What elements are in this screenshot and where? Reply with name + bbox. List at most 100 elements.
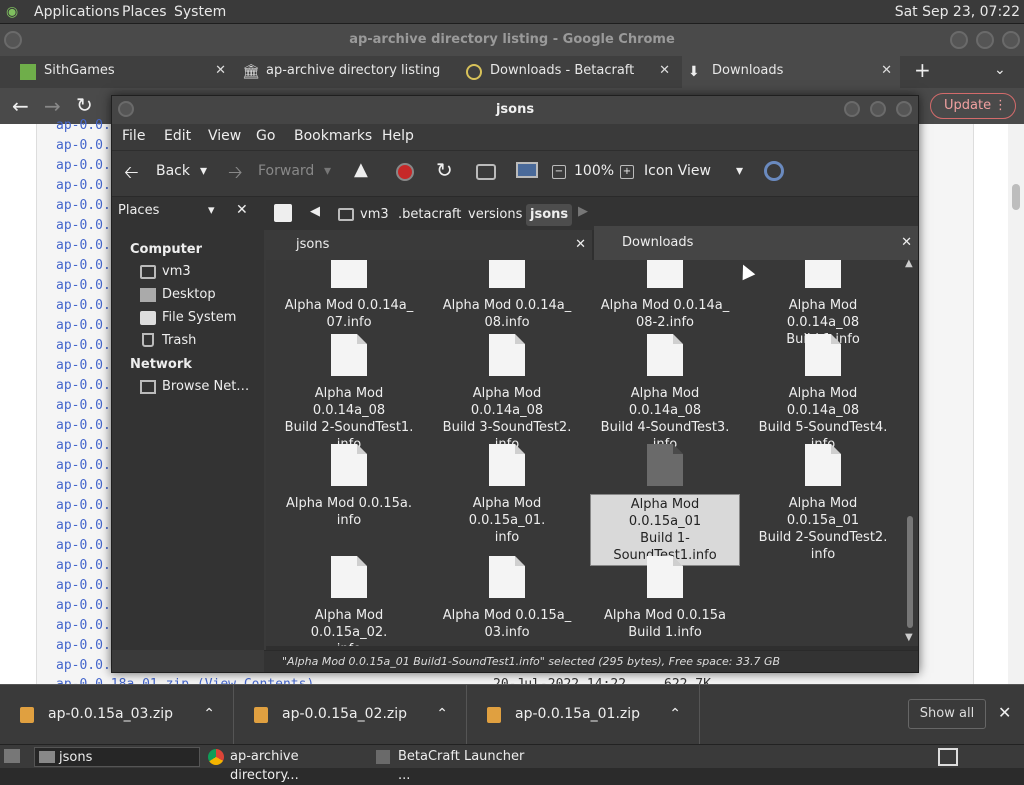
download-item[interactable]: ap-0.0.15a_02.zip ⌃ — [234, 685, 467, 745]
file-item[interactable]: Alpha Mod 0.0.14a_ 07.info — [274, 260, 424, 332]
listing-link[interactable]: ap-0.0. — [56, 458, 111, 473]
system-menu[interactable]: System — [174, 4, 226, 20]
breadcrumb-betacraft[interactable]: .betacraft — [394, 204, 465, 226]
maximize-icon[interactable] — [976, 31, 994, 49]
show-desktop-icon[interactable] — [4, 749, 20, 763]
applications-menu[interactable]: Applications — [34, 4, 120, 20]
minimize-icon[interactable] — [844, 101, 860, 117]
minimize-icon[interactable] — [950, 31, 968, 49]
sidebar-item-vm3[interactable]: vm3 — [162, 264, 191, 279]
menu-go[interactable]: Go — [256, 128, 275, 144]
edit-location-icon[interactable] — [274, 204, 292, 222]
close-pane-icon[interactable]: ✕ — [901, 226, 912, 260]
close-tab-icon[interactable]: ✕ — [881, 56, 892, 86]
file-item[interactable]: Alpha Mod 0.0.14a_08Build 5-SoundTest4.i… — [748, 334, 898, 454]
menu-help[interactable]: Help — [382, 128, 414, 144]
scroll-thumb[interactable] — [907, 516, 913, 628]
update-button[interactable]: Update ⋮ — [930, 93, 1016, 119]
menu-bookmarks[interactable]: Bookmarks — [294, 128, 372, 144]
sidebar-item-file-system[interactable]: File System — [162, 310, 236, 325]
stop-icon[interactable] — [396, 163, 414, 181]
listing-link[interactable]: ap-0.0. — [56, 338, 111, 353]
listing-link[interactable]: ap-0.0. — [56, 378, 111, 393]
close-sidebar-icon[interactable]: ✕ — [236, 202, 248, 218]
file-item[interactable]: Alpha Mod 0.0.14a_08Build 3-SoundTest2.i… — [432, 334, 582, 454]
listing-link[interactable]: ap-0.0. — [56, 398, 111, 413]
close-window-icon[interactable] — [896, 101, 912, 117]
close-tab-icon[interactable]: ✕ — [215, 56, 226, 86]
maximize-icon[interactable] — [870, 101, 886, 117]
mate-logo-icon[interactable]: ◉ — [6, 4, 18, 20]
breadcrumb-jsons[interactable]: jsons — [526, 204, 573, 226]
scroll-thumb[interactable] — [1012, 184, 1020, 210]
download-item[interactable]: ap-0.0.15a_01.zip ⌃ — [467, 685, 700, 745]
listing-link[interactable]: ap-0.0. — [56, 118, 111, 133]
forward-arrow-icon[interactable]: → — [44, 94, 61, 118]
close-pane-icon[interactable]: ✕ — [575, 230, 586, 260]
file-item[interactable]: Alpha Mod 0.0.14a_ 08-2.info — [590, 260, 740, 332]
listing-link[interactable]: ap-0.0. — [56, 518, 111, 533]
close-tab-icon[interactable]: ✕ — [659, 56, 670, 86]
menu-file[interactable]: File — [122, 128, 145, 144]
file-item[interactable]: Alpha Mod 0.0.15a. info — [274, 444, 424, 530]
listing-link[interactable]: ap-0.0. — [56, 158, 111, 173]
menu-view[interactable]: View — [208, 128, 241, 144]
chevron-up-icon[interactable]: ⌃ — [203, 685, 215, 743]
search-icon[interactable] — [764, 161, 784, 181]
sidebar-item-desktop[interactable]: Desktop — [162, 287, 216, 302]
back-history-dropdown-icon[interactable]: ▾ — [200, 163, 207, 179]
listing-link[interactable]: ap-0.0. — [56, 538, 111, 553]
listing-link[interactable]: ap-0.0. — [56, 478, 111, 493]
view-mode-select[interactable]: Icon View — [644, 163, 711, 179]
reload-icon[interactable]: ↻ — [436, 158, 453, 182]
kebab-menu-icon[interactable]: ⋮ — [994, 94, 1007, 118]
listing-link[interactable]: ap-0.0. — [56, 598, 111, 613]
back-arrow-icon[interactable]: ← — [12, 94, 29, 118]
scroll-up-arrow-icon[interactable]: ▲ — [905, 258, 913, 269]
clock[interactable]: Sat Sep 23, 07:22 — [895, 4, 1020, 20]
listing-link[interactable]: ap-0.0. — [56, 318, 111, 333]
new-tab-button[interactable]: + — [914, 58, 931, 82]
forward-arrow-icon[interactable]: 🡢 — [228, 160, 243, 190]
tab-search-chevron-icon[interactable]: ⌄ — [994, 62, 1006, 78]
listing-link[interactable]: ap-0.0. — [56, 558, 111, 573]
taskbar-item-chrome[interactable]: ap-archive directory... — [206, 747, 370, 783]
pane-tab-downloads[interactable]: Downloads ✕ — [594, 226, 918, 260]
file-item[interactable]: Alpha Mod 0.0.14a_08Build 2-SoundTest1.i… — [274, 334, 424, 454]
taskbar-item-jsons[interactable]: jsons — [34, 747, 200, 767]
listing-link[interactable]: ap-0.0. — [56, 438, 111, 453]
close-window-icon[interactable] — [1002, 31, 1020, 49]
show-all-button[interactable]: Show all — [908, 699, 986, 729]
listing-link[interactable]: ap-0.0. — [56, 238, 111, 253]
breadcrumb-vm3[interactable]: vm3 — [356, 204, 393, 226]
listing-link[interactable]: ap-0.0. — [56, 138, 111, 153]
back-arrow-icon[interactable]: 🡠 — [124, 160, 139, 190]
page-scrollbar[interactable] — [1008, 124, 1024, 684]
file-item[interactable]: Alpha Mod 0.0.15a_02.info — [274, 556, 424, 646]
pane-tab-jsons[interactable]: jsons ✕ — [266, 230, 592, 260]
sidebar-item-browse-network[interactable]: Browse Net… — [162, 379, 249, 394]
computer-icon[interactable] — [516, 162, 538, 178]
scroll-down-arrow-icon[interactable]: ▼ — [905, 632, 913, 643]
file-item[interactable]: Alpha Mod 0.0.15a_01. info — [432, 444, 582, 547]
listing-link[interactable]: ap-0.0. — [56, 358, 111, 373]
sidebar-places-selector[interactable]: Places — [118, 203, 159, 225]
listing-link[interactable]: ap-0.0. — [56, 418, 111, 433]
chevron-up-icon[interactable]: ⌃ — [669, 685, 681, 743]
listing-link[interactable]: ap-0.0. — [56, 178, 111, 193]
forward-button[interactable]: Forward — [258, 163, 314, 179]
breadcrumb-versions[interactable]: versions — [464, 204, 526, 226]
file-item[interactable]: Alpha Mod 0.0.15a_01 Build 2-SoundTest2. i… — [748, 444, 898, 564]
taskbar-item-betacraft[interactable]: BetaCraft Launcher ... — [374, 747, 540, 783]
file-item[interactable]: Alpha Mod 0.0.15a_ 03.info — [432, 556, 582, 642]
sidebar-item-trash[interactable]: Trash — [162, 333, 196, 348]
window-menu-icon[interactable] — [118, 101, 134, 117]
view-mode-dropdown-icon[interactable]: ▾ — [736, 163, 743, 179]
close-shelf-icon[interactable]: ✕ — [998, 703, 1011, 722]
chevron-up-icon[interactable]: ⌃ — [436, 685, 448, 743]
listing-link[interactable]: ap-0.0. — [56, 218, 111, 233]
file-item[interactable]: Alpha Mod 0.0.14a_08Build 4-SoundTest3.i… — [590, 334, 740, 454]
parent-folder-up-icon[interactable]: ▲ — [354, 159, 368, 180]
file-item[interactable]: Alpha Mod 0.0.14a_ 08.info — [432, 260, 582, 332]
places-dropdown-icon[interactable]: ▾ — [208, 203, 215, 218]
